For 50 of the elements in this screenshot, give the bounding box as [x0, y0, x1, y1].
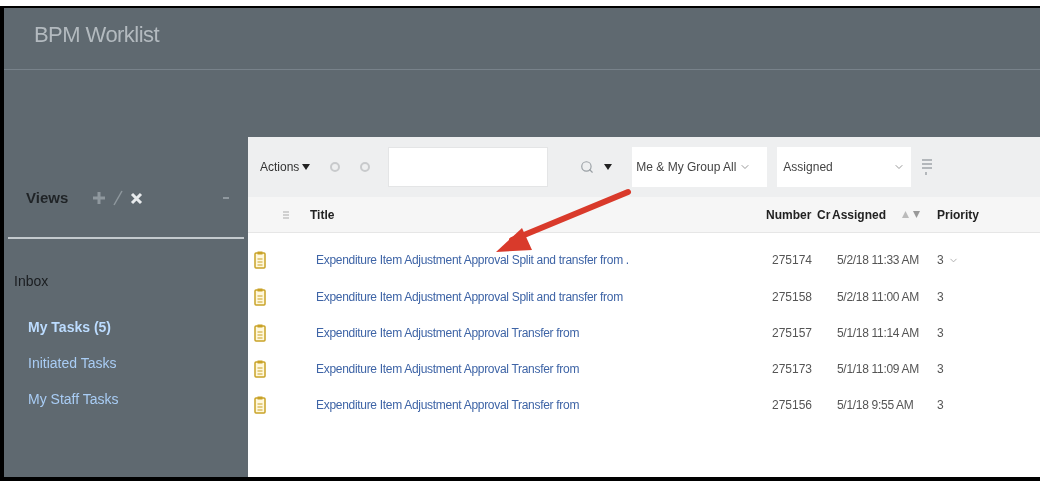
search-field[interactable]: [388, 147, 549, 187]
table-cell-text: 3: [937, 325, 944, 342]
edit-icon[interactable]: [112, 190, 125, 206]
sort-icon[interactable]: [902, 211, 920, 218]
column-header[interactable]: Assigned: [832, 205, 902, 224]
delete-icon[interactable]: [130, 191, 144, 205]
clipboard-icon: [254, 288, 266, 306]
view-item[interactable]: My Tasks (5): [4, 309, 248, 345]
clipboard-icon: [254, 360, 266, 378]
collapse-icon[interactable]: [222, 194, 230, 202]
table-cell-text: 275173: [772, 361, 814, 378]
table-cell-text: 5/2/18 11:00 AM: [837, 289, 920, 306]
table-cell-text: 3: [937, 361, 944, 378]
table-cell-text: 5/2/18 11:33 AM: [837, 252, 920, 269]
task-title-link[interactable]: Expenditure Item Adjustment Approval Transfer from: [316, 396, 772, 414]
column-menu-icon[interactable]: [282, 209, 290, 220]
table-cell-text: 275156: [772, 397, 814, 414]
state-filter[interactable]: Assigned: [777, 147, 912, 187]
column-header[interactable]: Priority: [937, 205, 979, 224]
sidebar-title: Views: [26, 187, 69, 208]
clipboard-icon: [254, 396, 266, 414]
dropdown-caret-icon[interactable]: [604, 164, 613, 170]
table-cell-text: 3: [937, 289, 944, 306]
task-title-link[interactable]: Expenditure Item Adjustment Approval Transfer from: [316, 324, 772, 342]
column-header[interactable]: Number: [766, 205, 817, 224]
app-title: BPM Worklist: [34, 22, 159, 47]
table-cell-text: 275157: [772, 325, 814, 342]
column-header[interactable]: Cr: [817, 205, 832, 224]
task-title-link[interactable]: Expenditure Item Adjustment Approval Transfer from: [316, 360, 772, 378]
list-icon[interactable]: [921, 158, 934, 176]
group-filter[interactable]: Me & My Group All: [632, 147, 768, 187]
caret-icon: [302, 164, 311, 170]
table-cell-text: 5/1/18 11:14 AM: [837, 325, 920, 342]
add-icon[interactable]: [92, 191, 107, 205]
table-cell-text: 275174: [772, 252, 814, 269]
clipboard-icon: [254, 251, 266, 269]
task-title-link[interactable]: Expenditure Item Adjustment Approval Split and transfer from .: [316, 251, 772, 269]
table-cell-text: 275158: [772, 289, 814, 306]
table-cell-text: 3: [937, 252, 944, 269]
column-header[interactable]: Title: [310, 205, 766, 224]
table-cell-text: 3: [937, 397, 944, 414]
table-cell-text: 5/1/18 11:09 AM: [837, 361, 920, 378]
actions-menu[interactable]: Actions: [260, 158, 311, 176]
task-title-link[interactable]: Expenditure Item Adjustment Approval Split and transfer from: [316, 288, 772, 306]
circle-icon[interactable]: [330, 162, 341, 172]
section-label: Inbox: [13, 272, 50, 291]
search-icon[interactable]: [580, 160, 595, 174]
table-cell-text: 5/1/18 9:55 AM: [837, 397, 915, 414]
clipboard-icon: [254, 324, 266, 342]
circle-icon[interactable]: [360, 162, 371, 172]
